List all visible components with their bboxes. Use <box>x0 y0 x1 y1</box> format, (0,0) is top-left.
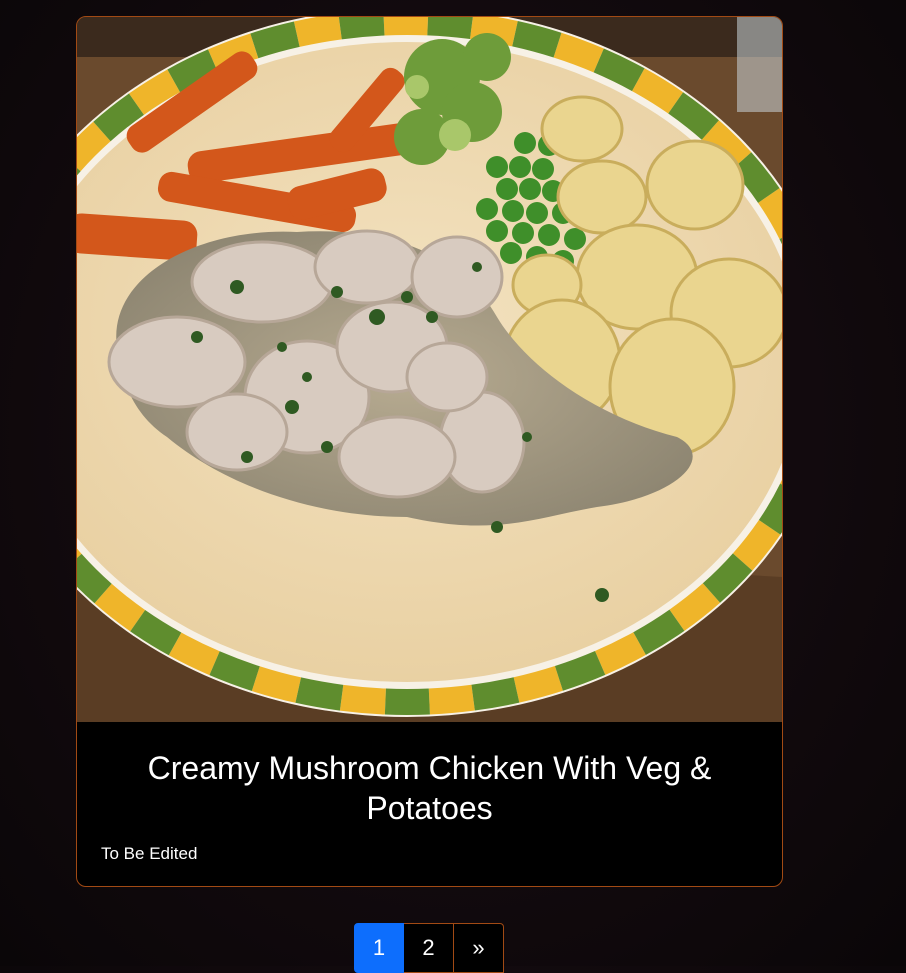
recipe-image[interactable] <box>77 17 782 722</box>
recipe-card[interactable]: Creamy Mushroom Chicken With Veg & Potat… <box>76 16 783 887</box>
recipe-description: To Be Edited <box>101 844 198 863</box>
food-plate-illustration <box>77 17 782 722</box>
recipe-card-body: Creamy Mushroom Chicken With Veg & Potat… <box>77 722 782 886</box>
recipe-title[interactable]: Creamy Mushroom Chicken With Veg & Potat… <box>97 748 762 828</box>
